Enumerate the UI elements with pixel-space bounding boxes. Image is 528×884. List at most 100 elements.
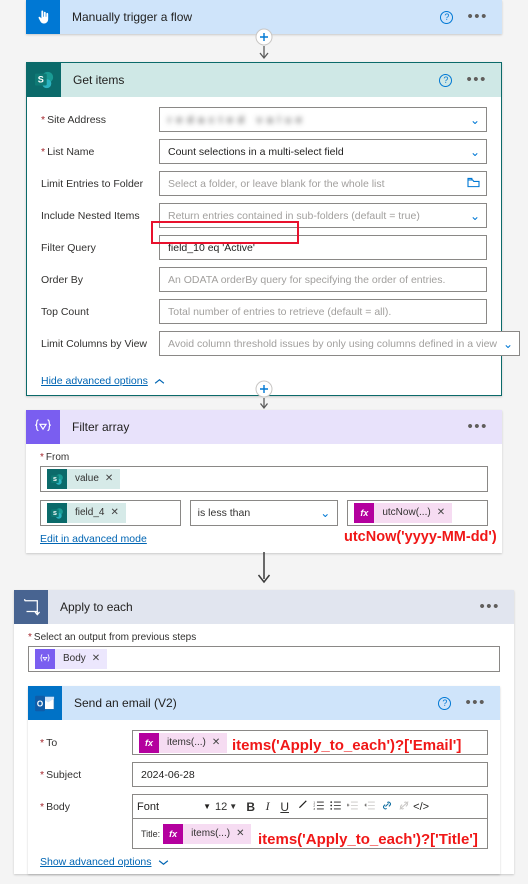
condition-left-input[interactable]: S field_4 ✕ xyxy=(40,500,181,526)
filter-query-input[interactable]: field_10 eq 'Active' xyxy=(159,235,487,260)
ellipsis-icon[interactable]: ••• xyxy=(465,695,486,710)
chevron-down-icon[interactable]: ⌄ xyxy=(314,507,330,519)
svg-text:O: O xyxy=(37,699,43,708)
show-advanced-options-link[interactable]: Show advanced options xyxy=(28,853,169,874)
ellipsis-icon[interactable]: ••• xyxy=(466,72,487,87)
help-icon[interactable]: ? xyxy=(439,73,453,87)
get-items-header[interactable]: S Get items ? ••• xyxy=(27,63,501,97)
field-label-site-address: Site Address xyxy=(41,114,159,126)
italic-button[interactable]: I xyxy=(260,799,275,814)
field-label-limit-entries-to-folder: Limit Entries to Folder xyxy=(41,177,144,190)
body-annotation: items('Apply_to_each')?['Title'] xyxy=(258,831,478,848)
order-by-input[interactable]: An ODATA orderBy query for specifying th… xyxy=(159,267,487,292)
token-label: field_4 xyxy=(67,503,111,523)
outdent-icon[interactable] xyxy=(362,800,377,814)
folder-picker-icon[interactable] xyxy=(467,177,480,191)
field-label-to: To xyxy=(40,737,132,749)
connector-getitems-to-filterarray[interactable] xyxy=(0,380,528,412)
remove-token-icon[interactable]: ✕ xyxy=(236,823,252,844)
unlink-icon[interactable] xyxy=(396,800,411,814)
get-items-fields: Site Address redacted value ⌄ List Name … xyxy=(27,97,521,371)
subject-input[interactable]: 2024-06-28 xyxy=(132,762,488,787)
plus-circle-icon[interactable] xyxy=(251,380,277,412)
link-icon[interactable] xyxy=(379,800,394,814)
pen-highlight-icon[interactable] xyxy=(294,799,309,814)
help-icon[interactable]: ? xyxy=(438,696,452,710)
token-utcnow[interactable]: fx utcNow(...) ✕ xyxy=(354,503,453,523)
bold-button[interactable]: B xyxy=(243,800,258,814)
remove-token-icon[interactable]: ✕ xyxy=(104,469,121,489)
ellipsis-icon[interactable]: ••• xyxy=(467,9,488,24)
filter-array-header[interactable]: Filter array ••• xyxy=(26,410,502,444)
rich-text-toolbar[interactable]: Font ▼ 12 ▼ B I U 123 </> xyxy=(132,794,488,819)
svg-text:S: S xyxy=(38,75,44,85)
field-row-limit-entries-to-folder: Limit Entries to Folder Select a folder,… xyxy=(41,171,487,196)
svg-text:S: S xyxy=(53,511,57,517)
indent-icon[interactable] xyxy=(345,800,360,814)
remove-token-icon[interactable]: ✕ xyxy=(436,503,453,523)
chevron-down-icon[interactable]: ⌄ xyxy=(464,146,480,158)
function-icon: fx xyxy=(163,823,184,844)
field-row-body: Body Font ▼ 12 ▼ B I U xyxy=(40,794,488,819)
chevron-down-icon[interactable]: ⌄ xyxy=(464,114,480,126)
field-row-filter-query: Filter Query field_10 eq 'Active' xyxy=(41,235,487,260)
field-label-filter-query: Filter Query xyxy=(41,241,96,254)
plus-circle-icon[interactable] xyxy=(251,28,277,62)
remove-token-icon[interactable]: ✕ xyxy=(211,732,228,753)
bullet-list-icon[interactable] xyxy=(328,800,343,814)
remove-token-icon[interactable]: ✕ xyxy=(110,503,126,523)
limit-entries-to-folder-input[interactable]: Select a folder, or leave blank for the … xyxy=(159,171,487,196)
select-output-input[interactable]: Body ✕ xyxy=(28,646,500,672)
token-label: utcNow(...) xyxy=(374,503,437,523)
ellipsis-icon[interactable]: ••• xyxy=(479,599,500,614)
code-view-icon[interactable]: </> xyxy=(413,801,429,813)
order-by-placeholder: An ODATA orderBy query for specifying th… xyxy=(168,273,446,286)
connector-trigger-to-getitems[interactable] xyxy=(0,28,528,62)
field-label-top-count: Top Count xyxy=(41,305,89,318)
edit-advanced-mode-link[interactable]: Edit in advanced mode xyxy=(26,526,147,553)
svg-text:3: 3 xyxy=(313,807,315,811)
filter-query-value: field_10 eq 'Active' xyxy=(168,241,255,254)
connector-filterarray-to-applytoeach xyxy=(0,552,528,588)
outlook-icon: O xyxy=(28,686,62,720)
operator-value: is less than xyxy=(197,507,251,519)
field-row-include-nested-items: Include Nested Items Return entries cont… xyxy=(41,203,487,228)
font-family-select[interactable]: Font ▼ xyxy=(137,801,211,813)
filter-array-card[interactable]: Filter array ••• From S value ✕ S field_… xyxy=(26,410,502,553)
get-items-card[interactable]: S Get items ? ••• Site Address redacted … xyxy=(26,62,521,396)
numbered-list-icon[interactable]: 123 xyxy=(311,800,326,814)
token-value[interactable]: S value ✕ xyxy=(47,469,121,489)
apply-to-each-title: Apply to each xyxy=(60,600,133,614)
remove-token-icon[interactable]: ✕ xyxy=(91,649,108,669)
token-body[interactable]: Body ✕ xyxy=(35,649,108,669)
list-name-input[interactable]: Count selections in a multi-select field… xyxy=(159,139,487,164)
chevron-down-icon[interactable]: ⌄ xyxy=(497,338,513,350)
font-size-value: 12 xyxy=(215,800,228,813)
loop-icon xyxy=(14,590,48,624)
top-count-input[interactable]: Total number of entries to retrieve (def… xyxy=(159,299,487,324)
limit-columns-by-view-input[interactable]: Avoid column threshold issues by only us… xyxy=(159,331,521,356)
chevron-down-icon[interactable]: ⌄ xyxy=(464,210,480,222)
ellipsis-icon[interactable]: ••• xyxy=(467,419,488,434)
sharepoint-icon: S xyxy=(47,469,67,489)
token-items-email[interactable]: fx items(...) ✕ xyxy=(139,732,228,753)
apply-to-each-header[interactable]: Apply to each ••• xyxy=(14,590,514,624)
body-title-prefix: Title: xyxy=(141,828,161,839)
condition-operator-select[interactable]: is less than ⌄ xyxy=(189,500,339,526)
condition-right-input[interactable]: fx utcNow(...) ✕ xyxy=(347,500,489,526)
send-email-header[interactable]: O Send an email (V2) ? ••• xyxy=(28,686,500,720)
field-row-list-name: List Name Count selections in a multi-se… xyxy=(41,139,487,164)
trigger-title: Manually trigger a flow xyxy=(72,10,193,24)
token-label: Body xyxy=(55,649,92,669)
font-size-select[interactable]: 12 ▼ xyxy=(213,801,241,813)
token-field-4[interactable]: S field_4 ✕ xyxy=(47,503,126,523)
field-row-site-address: Site Address redacted value ⌄ xyxy=(41,107,487,132)
site-address-input[interactable]: redacted value ⌄ xyxy=(159,107,487,132)
help-icon[interactable]: ? xyxy=(440,10,454,24)
from-label: From xyxy=(26,444,502,466)
from-input[interactable]: S value ✕ xyxy=(40,466,488,492)
token-items-title[interactable]: fx items(...) ✕ xyxy=(163,823,252,844)
include-nested-items-input[interactable]: Return entries contained in sub-folders … xyxy=(159,203,487,228)
function-icon: fx xyxy=(354,503,375,523)
underline-button[interactable]: U xyxy=(277,800,292,814)
